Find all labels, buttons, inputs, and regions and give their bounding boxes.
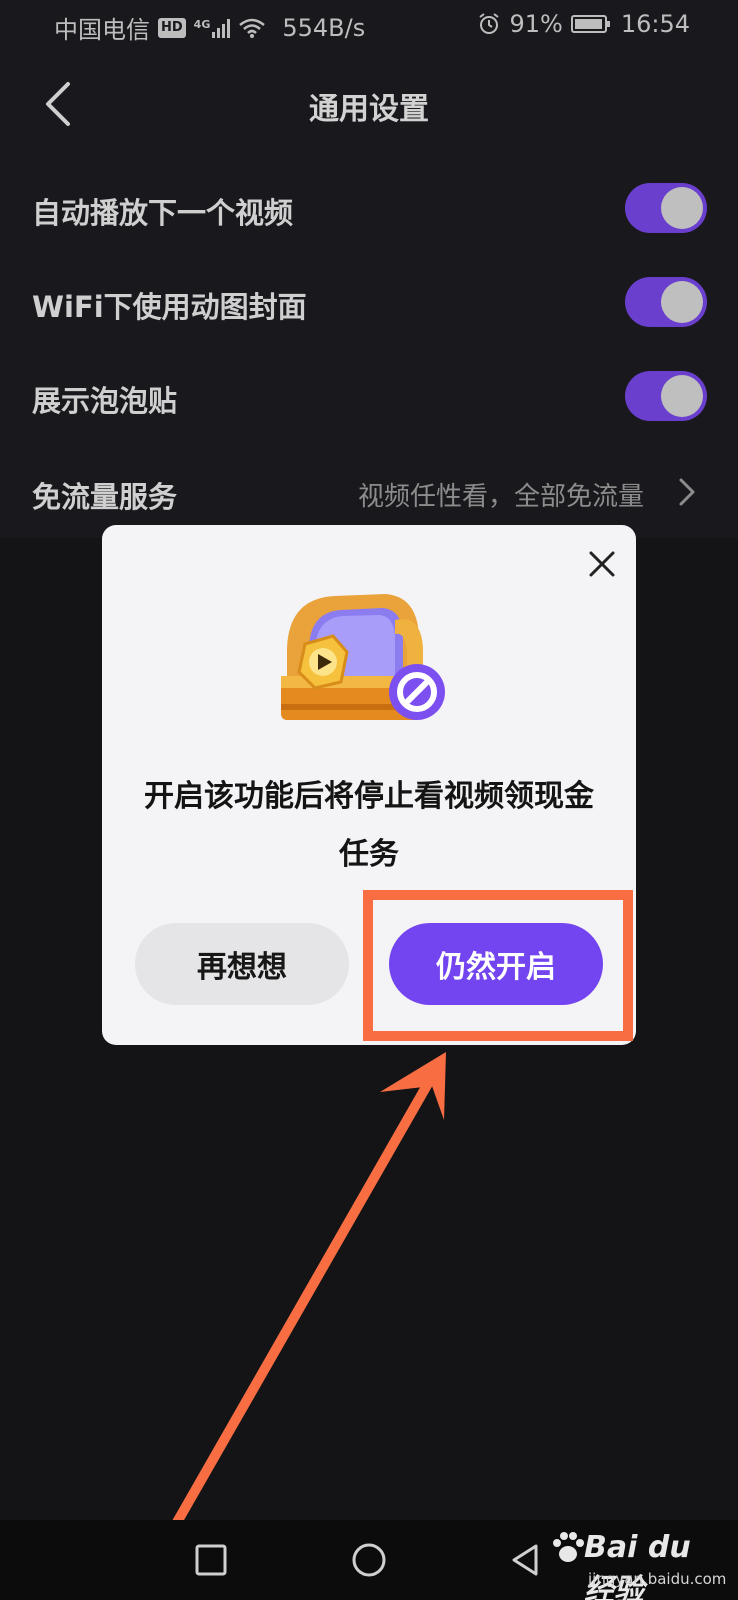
wifi-icon <box>239 18 266 38</box>
toggle-knob <box>661 375 703 417</box>
network-speed: 554B/s <box>282 13 366 42</box>
screen: 中国电信 HD 4G 554B/s 91% 16:54 通用设置 自动播放下一个… <box>0 0 738 1600</box>
wifi-cover-toggle[interactable] <box>625 277 707 327</box>
watermark-brand: Bai du 经验 <box>584 1530 691 1600</box>
dialog-message: 开启该功能后将停止看视频领现金任务 <box>144 779 594 872</box>
recent-apps-icon[interactable] <box>189 1538 233 1582</box>
setting-label: 展示泡泡贴 <box>32 384 178 418</box>
paw-icon <box>553 1532 584 1562</box>
treasure-chest-icon <box>281 594 445 720</box>
battery-icon <box>570 15 610 33</box>
setting-row-bubble-sticker: 展示泡泡贴 <box>0 366 738 426</box>
signal-icon: 4G <box>194 18 231 38</box>
battery-percent: 91% <box>509 10 563 38</box>
data-saver-value: 视频任性看，全部免流量 <box>357 482 644 512</box>
clock: 16:54 <box>620 10 690 38</box>
watermark-url: jingyan.baidu.com <box>588 1570 727 1588</box>
setting-row-autoplay: 自动播放下一个视频 <box>0 178 738 238</box>
annotation-highlight-box <box>363 890 633 1041</box>
close-icon[interactable] <box>586 548 618 580</box>
setting-label: WiFi下使用动图封面 <box>32 290 307 324</box>
settings-panel: 中国电信 HD 4G 554B/s 91% 16:54 通用设置 自动播放下一个… <box>0 0 738 538</box>
carrier-label: 中国电信 <box>54 16 150 44</box>
hd-badge: HD <box>158 17 186 38</box>
setting-label: 自动播放下一个视频 <box>32 196 294 230</box>
alarm-icon <box>479 13 500 34</box>
page-title: 通用设置 <box>309 92 429 127</box>
setting-row-data-saver[interactable]: 免流量服务 视频任性看，全部免流量 <box>0 462 738 522</box>
bubble-sticker-toggle[interactable] <box>625 371 707 421</box>
autoplay-toggle[interactable] <box>625 183 707 233</box>
toggle-knob <box>661 187 703 229</box>
toggle-knob <box>661 281 703 323</box>
chevron-right-icon <box>679 478 695 506</box>
home-icon[interactable] <box>347 1538 391 1582</box>
status-bar: 中国电信 HD 4G 554B/s 91% 16:54 <box>0 0 738 52</box>
setting-label: 免流量服务 <box>32 480 178 514</box>
baidu-watermark: Bai du 经验 jingyan.baidu.com <box>548 1518 726 1600</box>
network-type: 4G <box>193 17 211 31</box>
back-icon[interactable] <box>504 1538 548 1582</box>
cancel-button[interactable]: 再想想 <box>135 923 349 1005</box>
setting-row-wifi-cover: WiFi下使用动图封面 <box>0 272 738 332</box>
header: 通用设置 <box>0 70 738 140</box>
